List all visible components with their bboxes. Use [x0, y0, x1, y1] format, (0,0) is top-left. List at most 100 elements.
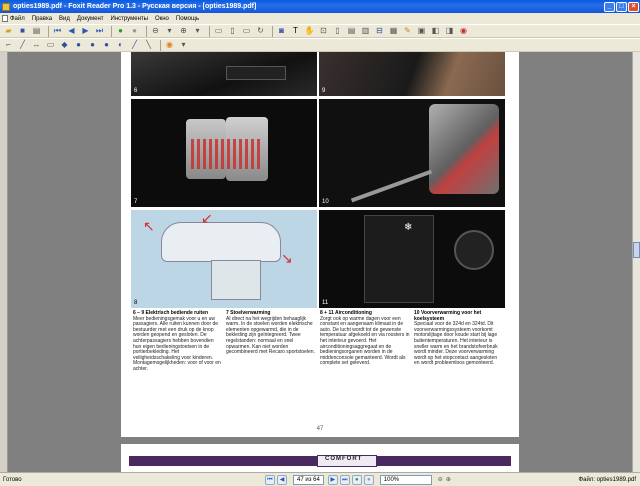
heating-element-graphic [191, 139, 263, 169]
zoom-level[interactable]: 100% [379, 474, 432, 485]
color-picker-icon[interactable]: ◉ [164, 40, 175, 51]
thumbnail-icon[interactable]: ▦ [388, 26, 399, 37]
crop-icon[interactable]: ⌐ [3, 40, 14, 51]
fit-page-icon[interactable]: ▯ [227, 26, 238, 37]
engine-cutaway-graphic [429, 104, 499, 194]
menu-help[interactable]: Помощь [176, 16, 199, 22]
menu-tools[interactable]: Инструменты [111, 16, 148, 22]
cable-graphic [350, 169, 433, 203]
separator [146, 25, 147, 37]
switch-panel-graphic [226, 66, 286, 80]
zoom-out-status-icon[interactable]: ⊖ [438, 476, 443, 483]
console-graphic [211, 260, 261, 300]
app-icon [2, 2, 10, 11]
window-title: opties1989.pdf - Foxit Reader Pro 1.3 - … [13, 3, 257, 10]
ellipse-tool-icon[interactable]: ● [87, 40, 98, 51]
snapshot-icon[interactable]: ⊡ [318, 26, 329, 37]
layers-icon[interactable]: ◨ [444, 26, 455, 37]
hand-tool-icon[interactable]: ✋ [304, 26, 315, 37]
zoom-out-icon[interactable]: ⊖ [150, 26, 161, 37]
rotate-icon[interactable]: ↻ [255, 26, 266, 37]
pdf-page-next: COMFORT [121, 444, 519, 472]
document-view[interactable]: 6 9 7 10 ↖ ↙ ↘ 8 ❄ 11 6 – 9 Elektrisch b… [8, 52, 632, 472]
status-bar: Готово ⏮ ◀ 47 из 64 ▶ ⏭ ● ● 100% ⊖ ⊕ Фай… [0, 472, 640, 486]
arc-tool-icon[interactable]: ◐ [115, 40, 126, 51]
document-icon [2, 15, 8, 22]
help-icon[interactable]: ◉ [458, 26, 469, 37]
last-page-nav-icon[interactable]: ⏭ [339, 474, 350, 485]
airflow-arrow-icon: ↙ [201, 210, 213, 226]
cloud-tool-icon[interactable]: ● [101, 40, 112, 51]
menu-edit[interactable]: Правка [32, 16, 52, 22]
airflow-arrow-icon: ↖ [143, 218, 155, 234]
forward-nav-icon[interactable]: ● [363, 474, 374, 485]
polygon-tool-icon[interactable]: ◆ [59, 40, 70, 51]
eraser-tool-icon[interactable]: ╲ [143, 40, 154, 51]
next-page-nav-icon[interactable]: ▶ [327, 474, 338, 485]
zoom-in-icon[interactable]: ⊕ [178, 26, 189, 37]
go-forward-icon[interactable]: ● [129, 26, 140, 37]
open-icon[interactable]: ▰ [3, 26, 14, 37]
dropdown-arrow-icon[interactable]: ▾ [178, 40, 189, 51]
continuous-icon[interactable]: ▤ [346, 26, 357, 37]
knob-graphic [454, 230, 494, 270]
minimize-button[interactable]: _ [604, 1, 615, 12]
scrollbar-thumb[interactable] [633, 242, 640, 258]
control-panel-graphic [364, 215, 434, 303]
photo-heated-seats: 7 [131, 99, 317, 207]
page-indicator[interactable]: 47 из 64 [293, 474, 324, 485]
bookmark-icon[interactable]: ⊟ [374, 26, 385, 37]
page-number: 47 [316, 426, 324, 432]
actual-size-icon[interactable]: ▭ [213, 26, 224, 37]
attachment-icon[interactable]: ◧ [430, 26, 441, 37]
status-text: Готово [3, 476, 22, 483]
prev-page-nav-icon[interactable]: ◀ [277, 474, 287, 485]
comfort-heading: COMFORT [325, 456, 363, 462]
zoom-dropdown-icon[interactable]: ▾ [164, 26, 175, 37]
title-bar: opties1989.pdf - Foxit Reader Pro 1.3 - … [0, 0, 640, 13]
side-panel[interactable] [0, 52, 8, 472]
photo-climate-controls: ❄ 11 [319, 210, 505, 308]
menu-file[interactable]: Файл [10, 16, 25, 22]
caption-seat-heating: 7 Stoelverwarming Al direct na het wegri… [226, 310, 316, 356]
print-icon[interactable]: ▤ [31, 26, 42, 37]
snowflake-icon: ❄ [404, 222, 413, 233]
menu-view[interactable]: Вид [59, 16, 70, 22]
zoom-dropdown2-icon[interactable]: ▾ [192, 26, 203, 37]
caption-body: Speciaal voor de 324d en 324td. Dit voor… [414, 321, 498, 367]
menu-window[interactable]: Окно [155, 16, 169, 22]
caption-title: 10 Voorverwarming voor het koelsysteem [414, 310, 482, 322]
first-page-icon[interactable]: ⏮ [52, 26, 63, 37]
next-page-icon[interactable]: ▶ [80, 26, 91, 37]
annotation-icon[interactable]: ✎ [402, 26, 413, 37]
single-page-icon[interactable]: ▯ [332, 26, 343, 37]
properties-icon[interactable]: ▣ [416, 26, 427, 37]
find-icon[interactable]: ◙ [276, 26, 287, 37]
previous-page-icon[interactable]: ◀ [66, 26, 77, 37]
caption-coolant-preheater: 10 Voorverwarming voor het koelsysteem S… [414, 310, 504, 367]
zoom-in-status-icon[interactable]: ⊕ [446, 476, 451, 483]
main-toolbar: ▰ ■ ▤ ⏮ ◀ ▶ ⏭ ● ● ⊖ ▾ ⊕ ▾ ▭ ▯ ▭ ↻ ◙ T ✋ … [0, 24, 640, 38]
separator [272, 25, 273, 37]
first-page-nav-icon[interactable]: ⏮ [265, 474, 275, 485]
text-select-icon[interactable]: T [290, 26, 301, 37]
menu-document[interactable]: Документ [77, 16, 104, 22]
dimension-icon[interactable]: ↔ [31, 40, 42, 51]
last-page-icon[interactable]: ⏭ [94, 26, 105, 37]
pdf-page: 6 9 7 10 ↖ ↙ ↘ 8 ❄ 11 6 – 9 Elektrisch b… [121, 52, 519, 437]
save-icon[interactable]: ■ [17, 26, 28, 37]
line-tool-icon[interactable]: ╱ [17, 40, 28, 51]
maximize-button[interactable]: □ [616, 1, 627, 12]
rectangle-tool-icon[interactable]: ▭ [45, 40, 56, 51]
back-nav-icon[interactable]: ● [351, 474, 362, 485]
fit-width-icon[interactable]: ▭ [241, 26, 252, 37]
caption-airconditioning: 8 + 11 Airconditioning Zorgt ook op warm… [320, 310, 410, 367]
vertical-scrollbar[interactable] [632, 52, 640, 472]
photo-window-switches: 6 [131, 52, 317, 96]
circle-tool-icon[interactable]: ● [73, 40, 84, 51]
go-back-icon[interactable]: ● [115, 26, 126, 37]
pencil-tool-icon[interactable]: ╱ [129, 40, 140, 51]
separator [209, 25, 210, 37]
close-button[interactable]: × [628, 1, 639, 12]
facing-icon[interactable]: ▥ [360, 26, 371, 37]
